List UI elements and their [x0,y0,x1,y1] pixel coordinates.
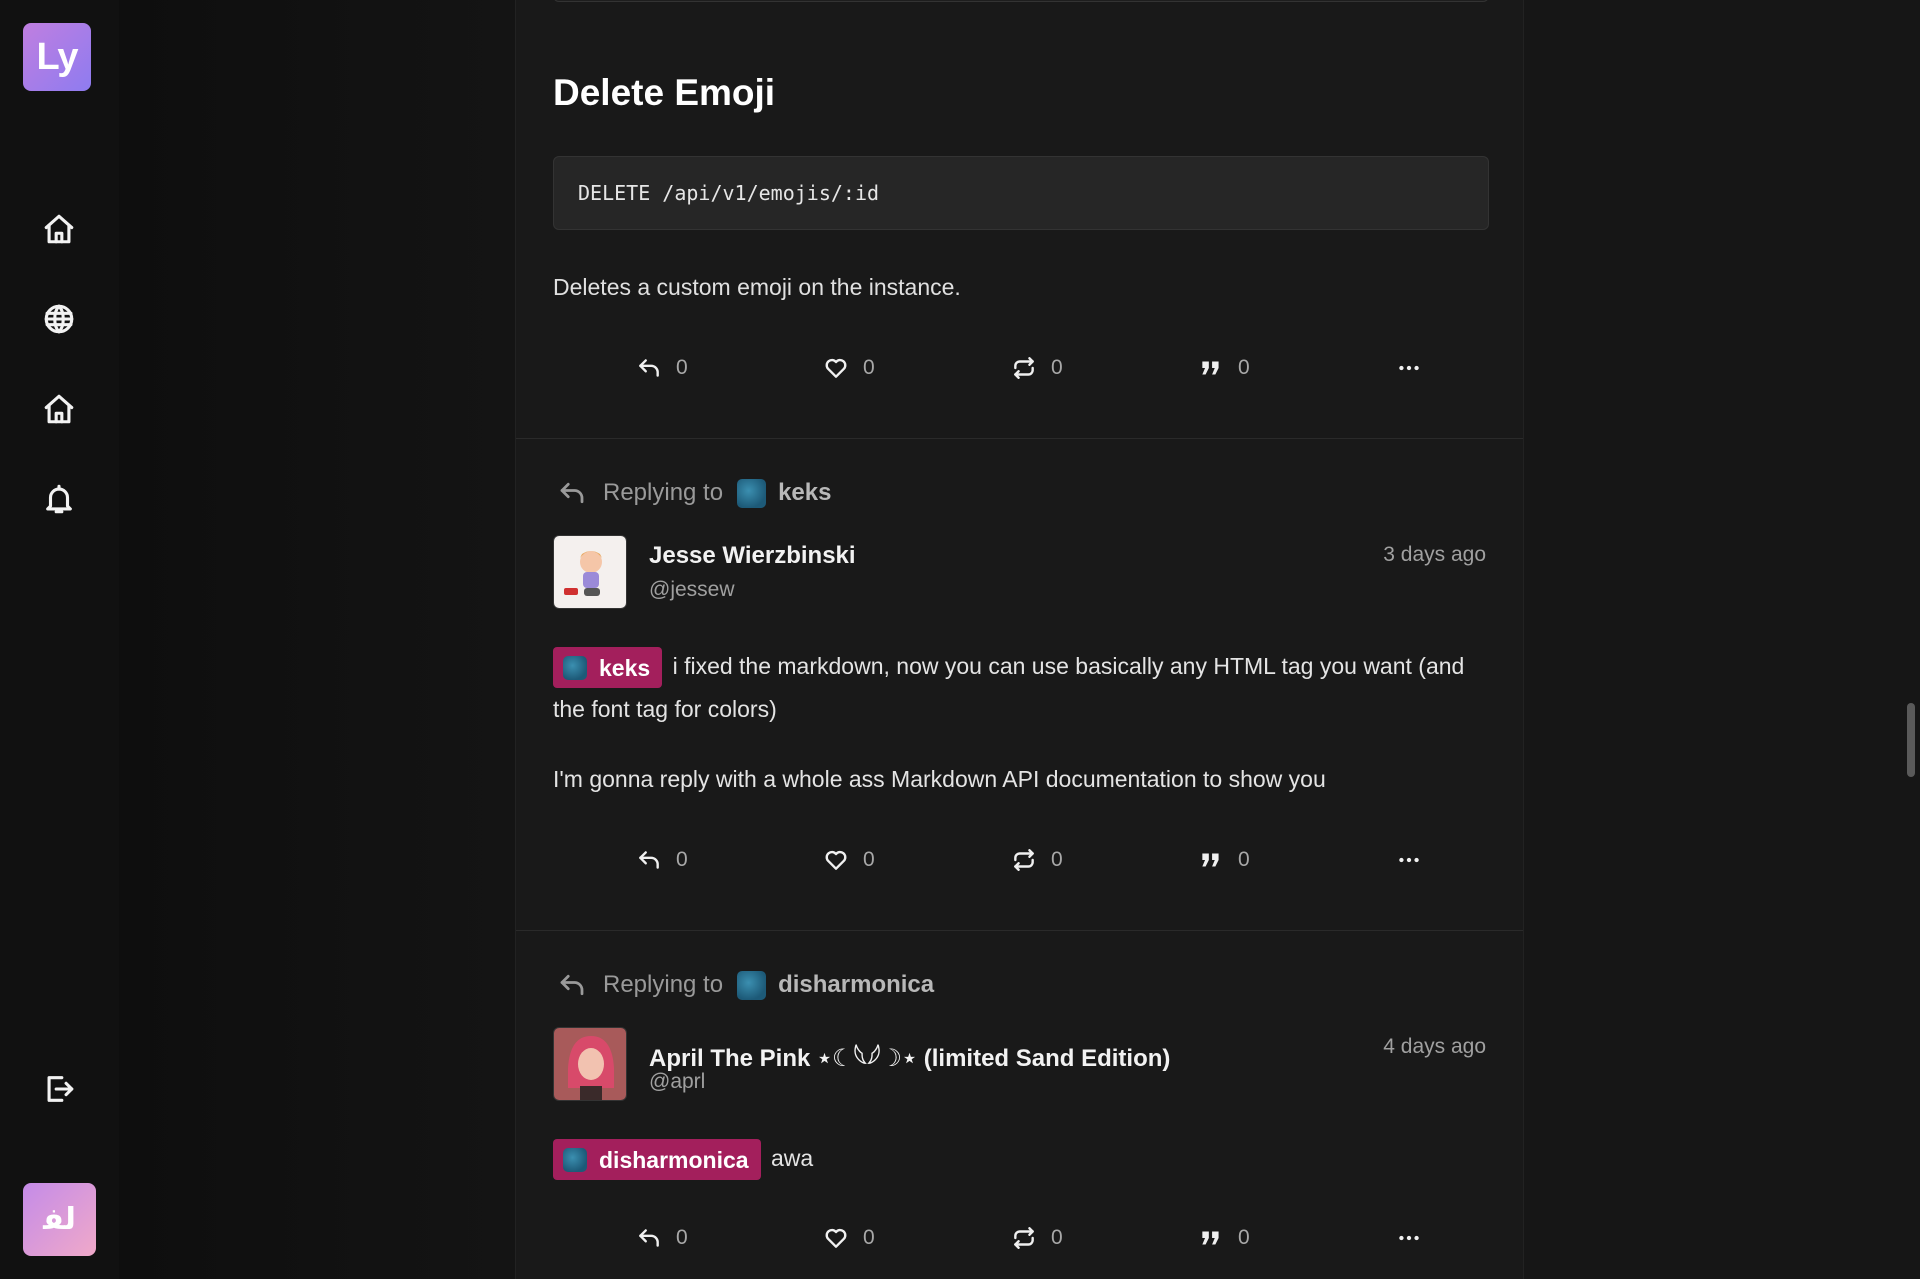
replying-to-label: Replying to [603,971,724,998]
replying-to: Replying to keks [557,478,831,508]
like-count: 0 [863,1226,875,1249]
globe-icon[interactable] [40,300,78,338]
boost-button[interactable]: 0 [1011,847,1063,873]
home-icon[interactable] [40,210,78,248]
boost-count: 0 [1051,1226,1063,1249]
boost-count: 0 [1051,356,1063,379]
post-body: disharmonica awa [553,1137,1493,1181]
boost-button[interactable]: 0 [1011,355,1063,381]
more-horizontal-icon [1399,365,1419,371]
more-horizontal-icon [1399,857,1419,863]
boost-count: 0 [1051,848,1063,871]
post-timestamp[interactable]: 3 days ago [1383,543,1486,567]
code-block: DELETE /api/v1/emojis/:id [553,156,1489,230]
bell-icon[interactable] [40,480,78,518]
author-avatar[interactable] [553,535,627,609]
heart-icon [825,358,847,378]
replying-to-label: Replying to [603,479,724,506]
feed-column: Delete Emoji DELETE /api/v1/emojis/:id D… [515,0,1524,1279]
quote-count: 0 [1238,848,1250,871]
reply-button[interactable]: 0 [636,847,688,873]
reply-count: 0 [676,1226,688,1249]
scrollbar-thumb[interactable] [1907,703,1915,777]
post-divider [516,438,1523,439]
like-count: 0 [863,356,875,379]
home-alt-icon[interactable] [40,390,78,428]
author-name[interactable]: April The Pink ⋆☾𓆩𓆪☽⋆ (limited Sand Edit… [649,1034,1170,1074]
background-left [119,0,515,1279]
post-actions: 0 0 0 0 [553,1225,1489,1265]
heart-icon [825,850,847,870]
reply-icon [560,482,584,504]
sidebar: Ly ﻟﻔ [0,0,119,1279]
author-avatar[interactable] [553,1027,627,1101]
mention-avatar [563,1147,587,1172]
post-actions: 0 0 0 0 [553,355,1489,395]
like-button[interactable]: 0 [823,355,875,381]
user-avatar[interactable]: ﻟﻔ [23,1183,96,1256]
reply-count: 0 [676,848,688,871]
author-handle[interactable]: @jessew [649,578,735,602]
post-paragraph: I'm gonna reply with a whole ass Markdow… [553,766,1326,792]
reply-icon [639,851,659,869]
quote-icon [1202,1231,1219,1245]
boost-button[interactable]: 0 [1011,1225,1063,1251]
section-title: Delete Emoji [553,72,776,113]
app-logo[interactable]: Ly [23,23,91,91]
replied-user-avatar [737,478,767,508]
more-options-button[interactable] [1396,847,1422,873]
author-name[interactable]: Jesse Wierzbinski [649,542,856,570]
repeat-icon [1014,849,1034,871]
mention-name: keks [599,654,651,681]
mention-name: disharmonica [599,1146,749,1173]
like-count: 0 [863,848,875,871]
post-text: i fixed the markdown, now you can use ba… [553,653,1465,723]
reply-icon [639,1229,659,1247]
more-options-button[interactable] [1396,1225,1422,1251]
replying-to: Replying to disharmonica [557,970,934,1000]
quote-count: 0 [1238,1226,1250,1249]
replied-user-name[interactable]: disharmonica [778,971,934,999]
quote-button[interactable]: 0 [1198,1225,1250,1251]
like-button[interactable]: 0 [823,847,875,873]
mention-tag[interactable]: keks [553,647,663,689]
post-body: keks i fixed the markdown, now you can u… [553,645,1493,730]
post-text: awa [770,1145,814,1171]
post-timestamp[interactable]: 4 days ago [1383,1035,1486,1059]
reply-button[interactable]: 0 [636,1225,688,1251]
quote-icon [1202,853,1219,867]
reply-icon [639,359,659,377]
section-description: Deletes a custom emoji on the instance. [553,274,961,300]
more-options-button[interactable] [1396,355,1422,381]
background-right [1524,0,1920,1279]
more-horizontal-icon [1399,1235,1419,1241]
author-handle[interactable]: @aprl [649,1070,705,1094]
repeat-icon [1014,1227,1034,1249]
reply-button[interactable]: 0 [636,355,688,381]
mention-tag[interactable]: disharmonica [553,1139,761,1181]
repeat-icon [1014,357,1034,379]
post-divider [516,930,1523,931]
quote-button[interactable]: 0 [1198,847,1250,873]
logout-icon[interactable] [40,1070,78,1108]
quote-button[interactable]: 0 [1198,355,1250,381]
replied-user-avatar [737,970,767,1000]
post-actions: 0 0 0 0 [553,847,1489,887]
heart-icon [825,1228,847,1248]
like-button[interactable]: 0 [823,1225,875,1251]
reply-count: 0 [676,356,688,379]
quote-icon [1202,361,1219,375]
mention-avatar [563,655,587,680]
previous-code-block-edge [553,0,1489,2]
quote-count: 0 [1238,356,1250,379]
reply-icon [560,974,584,996]
replied-user-name[interactable]: keks [778,479,831,507]
